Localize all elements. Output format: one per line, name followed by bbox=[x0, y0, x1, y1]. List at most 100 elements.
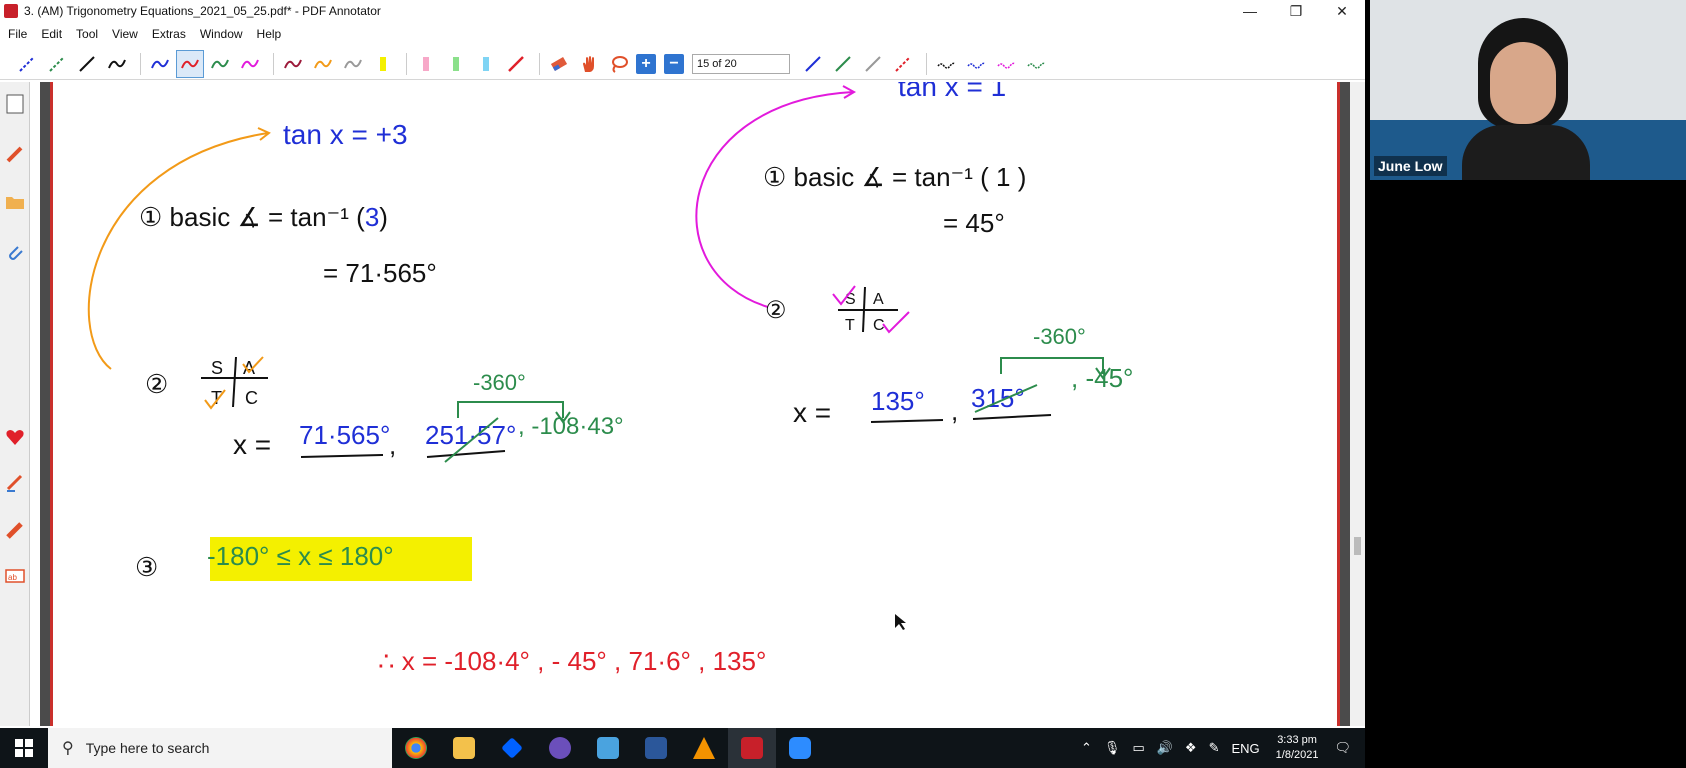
markup-pen-icon[interactable] bbox=[5, 472, 25, 492]
paperclip-icon[interactable] bbox=[5, 242, 25, 262]
folder-icon[interactable] bbox=[5, 192, 25, 212]
eraser-icon bbox=[550, 56, 568, 71]
left-quadrant-diagram: S A T C bbox=[201, 356, 268, 410]
line-green-tool[interactable] bbox=[830, 51, 856, 77]
heart-icon[interactable] bbox=[5, 427, 25, 447]
notifications-icon[interactable]: 🗨 bbox=[1334, 740, 1351, 756]
line-gray-tool[interactable] bbox=[860, 51, 886, 77]
page-number-input[interactable] bbox=[692, 53, 790, 74]
system-tray: ⌃ 🎙 ▭ 🔊 ❖ ✎ ENG 3:33 pm 1/8/2021 🗨 bbox=[1075, 728, 1365, 768]
line-icon bbox=[865, 55, 881, 72]
line-icon bbox=[895, 55, 911, 72]
eraser-tool[interactable] bbox=[546, 51, 572, 77]
zoom-out-button[interactable]: − bbox=[664, 53, 684, 74]
window-title: 3. (AM) Trigonometry Equations_2021_05_2… bbox=[24, 4, 381, 18]
step3-range: -180° ≤ x ≤ 180° bbox=[207, 541, 394, 571]
menu-window[interactable]: Window bbox=[192, 27, 249, 41]
pen-green-dashed-tool[interactable] bbox=[44, 51, 70, 77]
pen-blue-curve-tool[interactable] bbox=[147, 51, 173, 77]
dropbox-tray-icon[interactable]: ❖ bbox=[1185, 740, 1197, 756]
left-solution-3: , -108·43° bbox=[518, 413, 624, 440]
vlc-cone-icon bbox=[693, 737, 715, 759]
wave-green-tool[interactable] bbox=[1023, 51, 1049, 77]
pen-red-curve-tool[interactable] bbox=[176, 49, 204, 78]
microphone-icon[interactable]: 🎙 bbox=[1104, 740, 1121, 756]
remote-desktop-taskbar-icon[interactable] bbox=[584, 728, 632, 768]
highlighter-icon[interactable] bbox=[5, 520, 25, 540]
underline bbox=[972, 414, 1052, 420]
menu-help[interactable]: Help bbox=[249, 27, 288, 41]
pen-gray-curve-tool[interactable] bbox=[340, 51, 366, 77]
restore-button[interactable]: ❐ bbox=[1273, 0, 1319, 22]
right-step2-number: ② bbox=[765, 297, 787, 324]
line-red-tool[interactable] bbox=[503, 51, 529, 77]
pen-darkred-curve-tool[interactable] bbox=[280, 51, 306, 77]
menu-extras[interactable]: Extras bbox=[144, 27, 192, 41]
start-button[interactable] bbox=[0, 728, 48, 768]
chrome-icon bbox=[405, 737, 427, 759]
final-answer: ∴ x = -108·4° , - 45° , 71·6° , 135° bbox=[378, 646, 766, 676]
hand-tool[interactable] bbox=[576, 51, 602, 77]
close-button[interactable]: ✕ bbox=[1319, 0, 1365, 22]
pdf-annotator-icon bbox=[741, 737, 763, 759]
zoom-in-button[interactable]: + bbox=[636, 53, 656, 74]
text-box-icon[interactable]: ab bbox=[5, 566, 25, 586]
word-taskbar-icon[interactable] bbox=[632, 728, 680, 768]
video-participant-panel[interactable]: June Low bbox=[1370, 0, 1686, 180]
pen-black-curve-tool[interactable] bbox=[104, 51, 130, 77]
pdf-annotator-app-icon bbox=[4, 4, 18, 18]
left-minus-360: -360° bbox=[473, 370, 526, 395]
taskbar-search-box[interactable]: ⚲ Type here to search bbox=[48, 728, 392, 768]
zoom-taskbar-icon[interactable] bbox=[776, 728, 824, 768]
clock[interactable]: 3:33 pm 1/8/2021 bbox=[1276, 733, 1319, 763]
vertical-scrollbar[interactable] bbox=[1350, 82, 1365, 726]
highlighter-green-tool[interactable] bbox=[443, 51, 469, 77]
folder-icon bbox=[453, 737, 475, 759]
wave-black-tool[interactable] bbox=[933, 51, 959, 77]
pdf-page[interactable]: tan x = +3 ① basic ∡ = tan⁻¹ (3) = 71·56… bbox=[50, 82, 1340, 726]
chrome-taskbar-icon[interactable] bbox=[392, 728, 440, 768]
file-explorer-taskbar-icon[interactable] bbox=[440, 728, 488, 768]
lasso-tool[interactable] bbox=[606, 51, 632, 77]
menu-view[interactable]: View bbox=[104, 27, 144, 41]
wave-pen-icon bbox=[937, 62, 956, 69]
wave-magenta-tool[interactable] bbox=[993, 51, 1019, 77]
pen-blue-dashed-tool[interactable] bbox=[14, 51, 40, 77]
left-step1-suffix: ) bbox=[379, 202, 388, 232]
step3-number: ③ bbox=[135, 552, 158, 582]
menu-edit[interactable]: Edit bbox=[33, 27, 68, 41]
chevron-up-icon[interactable]: ⌃ bbox=[1081, 740, 1092, 756]
line-blue-tool[interactable] bbox=[800, 51, 826, 77]
pen-tray-icon[interactable]: ✎ bbox=[1209, 740, 1220, 756]
speaker-icon[interactable]: 🔊 bbox=[1157, 740, 1173, 756]
highlighter-cyan-tool[interactable] bbox=[473, 51, 499, 77]
pdf-annotator-taskbar-icon[interactable] bbox=[728, 728, 776, 768]
blank-page-icon[interactable] bbox=[5, 94, 25, 114]
vlc-taskbar-icon[interactable] bbox=[680, 728, 728, 768]
menu-tool[interactable]: Tool bbox=[68, 27, 104, 41]
language-indicator[interactable]: ENG bbox=[1231, 741, 1259, 756]
wave-blue-tool[interactable] bbox=[963, 51, 989, 77]
pen-magenta-curve-tool[interactable] bbox=[237, 51, 263, 77]
pen-icon[interactable] bbox=[5, 144, 25, 164]
dropbox-taskbar-icon[interactable] bbox=[488, 728, 536, 768]
minimize-button[interactable]: — bbox=[1227, 0, 1273, 22]
left-solution-1: 71·565° bbox=[299, 420, 390, 450]
highlighter-pink-tool[interactable] bbox=[413, 51, 439, 77]
battery-icon[interactable]: ▭ bbox=[1132, 740, 1144, 756]
scrollbar-thumb[interactable] bbox=[1354, 537, 1361, 555]
menu-file[interactable]: File bbox=[0, 27, 33, 41]
right-quadrant-diagram: S A T C bbox=[832, 285, 910, 334]
firefox-dev-taskbar-icon[interactable] bbox=[536, 728, 584, 768]
highlighter-icon bbox=[453, 56, 459, 71]
pen-green-curve-tool[interactable] bbox=[207, 51, 233, 77]
pen-orange-curve-tool[interactable] bbox=[310, 51, 336, 77]
document-viewport[interactable]: tan x = +3 ① basic ∡ = tan⁻¹ (3) = 71·56… bbox=[40, 82, 1350, 726]
highlighter-icon bbox=[483, 56, 489, 71]
line-red-dashed-tool[interactable] bbox=[890, 51, 916, 77]
pen-black-tool[interactable] bbox=[74, 51, 100, 77]
svg-text:ab: ab bbox=[8, 573, 17, 582]
clock-time: 3:33 pm bbox=[1277, 734, 1317, 746]
highlighter-yellow-tool[interactable] bbox=[370, 51, 396, 77]
underline bbox=[300, 454, 384, 458]
